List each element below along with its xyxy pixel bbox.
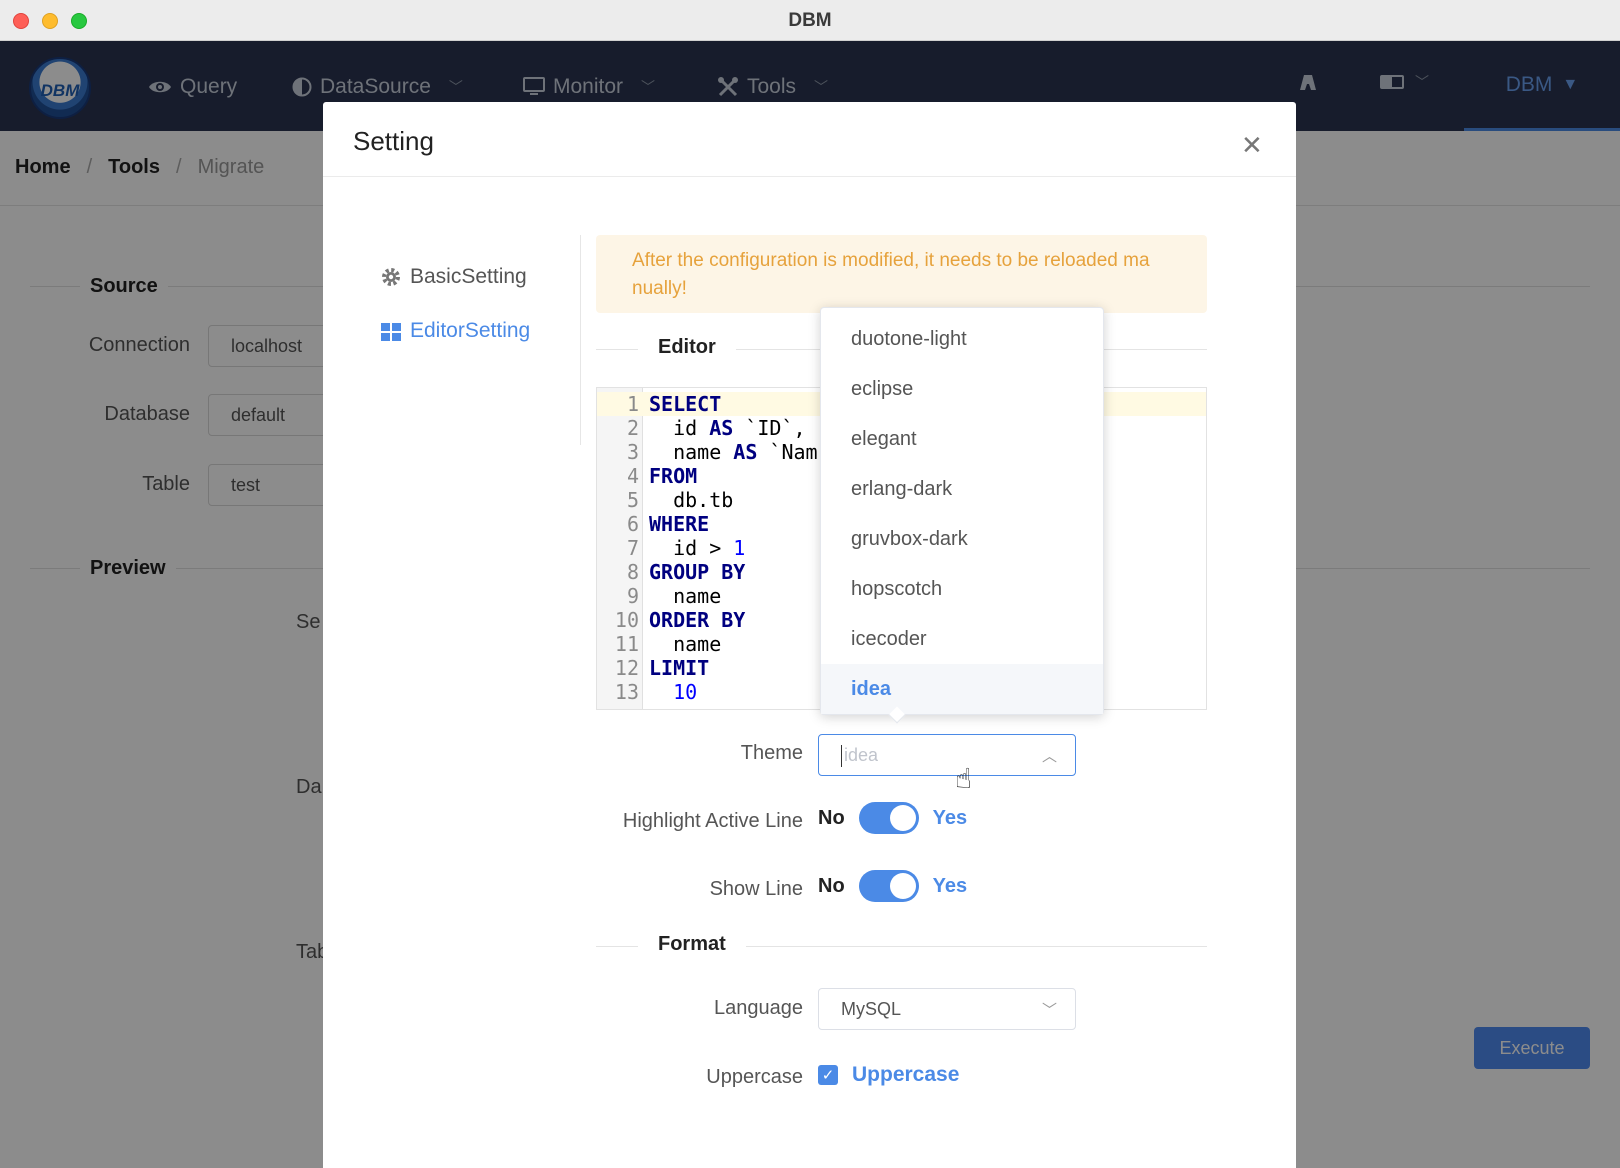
switch-no-label: No	[818, 806, 845, 829]
theme-dropdown-menu: duotone-light eclipse elegant erlang-dar…	[820, 307, 1104, 724]
language-select[interactable]: MySQL ﹀	[818, 988, 1076, 1030]
grid-icon	[381, 323, 401, 341]
window-title: DBM	[788, 10, 832, 31]
theme-option[interactable]: erlang-dark	[821, 464, 1103, 514]
format-section-title: Format	[638, 933, 746, 956]
theme-select-placeholder: idea	[844, 745, 879, 765]
uppercase-checkbox[interactable]: ✓ Uppercase	[818, 1063, 959, 1087]
check-icon[interactable]: ✓	[818, 1065, 838, 1085]
theme-option[interactable]: icecoder	[821, 614, 1103, 664]
menu-item-editor-setting[interactable]: EditorSetting	[380, 304, 530, 358]
highlight-active-line-switch[interactable]: No Yes	[818, 802, 967, 834]
switch-yes-label: Yes	[932, 874, 968, 897]
uppercase-checkbox-label: Uppercase	[852, 1063, 960, 1086]
settings-side-menu: BasicSetting EditorSetting	[380, 250, 530, 358]
theme-option[interactable]: duotone-light	[821, 314, 1103, 364]
menu-item-basic-setting[interactable]: BasicSetting	[380, 250, 530, 304]
editor-section-title: Editor	[638, 336, 736, 359]
show-line-label: Show Line	[709, 878, 803, 900]
uppercase-label: Uppercase	[706, 1066, 803, 1088]
window-titlebar: DBM	[0, 0, 1620, 41]
gear-icon	[382, 268, 400, 286]
theme-option[interactable]: gruvbox-dark	[821, 514, 1103, 564]
switch-no-label: No	[818, 874, 845, 897]
chevron-down-icon: ﹀	[1041, 1002, 1057, 1019]
theme-label: Theme	[740, 742, 803, 764]
highlight-active-line-label: Highlight Active Line	[622, 810, 803, 832]
chevron-up-icon: ︿	[1041, 748, 1057, 765]
language-select-value: MySQL	[841, 999, 902, 1019]
switch-yes-label: Yes	[932, 806, 968, 829]
theme-option[interactable]: eclipse	[821, 364, 1103, 414]
menu-item-basic-setting-label: BasicSetting	[410, 265, 527, 288]
settings-modal: Setting ✕ BasicSetting EditorSetting Aft…	[323, 102, 1296, 1168]
theme-option[interactable]: hopscotch	[821, 564, 1103, 614]
theme-select[interactable]: idea ︿	[818, 734, 1076, 776]
toggle-switch[interactable]	[858, 870, 919, 902]
close-icon[interactable]: ✕	[1241, 130, 1263, 161]
menu-divider	[580, 235, 581, 445]
menu-item-editor-setting-label: EditorSetting	[410, 319, 531, 342]
text-cursor	[841, 745, 842, 768]
show-line-switch[interactable]: No Yes	[818, 870, 967, 902]
modal-header: Setting ✕	[323, 102, 1296, 177]
toggle-switch[interactable]	[858, 802, 919, 834]
reload-warning-alert: After the configuration is modified, it …	[596, 235, 1207, 313]
modal-title: Setting	[353, 126, 434, 156]
theme-option[interactable]: elegant	[821, 414, 1103, 464]
pointer-hand-cursor: ☝	[955, 763, 973, 794]
language-label: Language	[714, 997, 803, 1019]
theme-option-selected[interactable]: idea	[821, 664, 1103, 714]
